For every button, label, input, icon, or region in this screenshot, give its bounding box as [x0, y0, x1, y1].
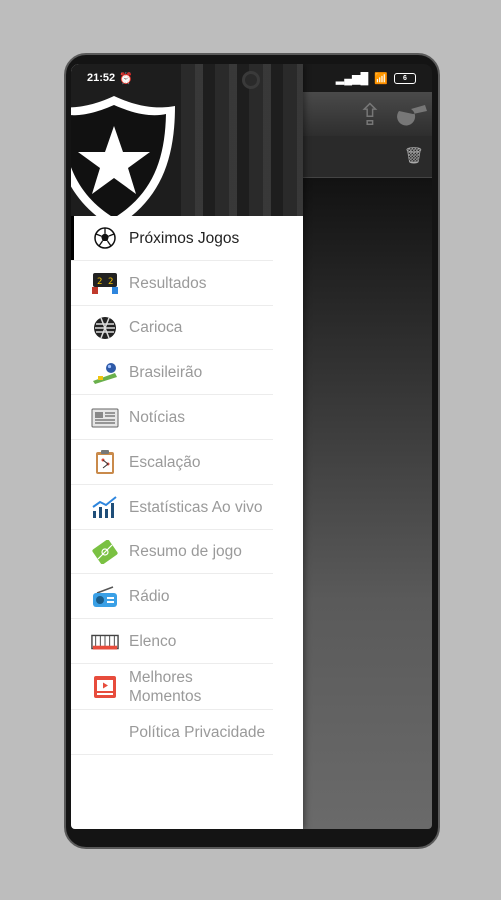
menu-item-proximos-jogos[interactable]: Próximos Jogos	[71, 216, 303, 261]
menu-item-brasileirao[interactable]: Brasileirão	[71, 350, 303, 395]
menu-item-label: Carioca	[129, 319, 183, 337]
menu-item-label: Escalação	[129, 453, 201, 471]
menu-item-label: Brasileirão	[129, 364, 203, 382]
menu-item-politica-privacidade[interactable]: Política Privacidade	[71, 710, 303, 755]
carioca-crest-icon	[91, 315, 119, 341]
menu-item-label: Notícias	[129, 409, 185, 427]
front-camera	[242, 71, 260, 89]
drawer-menu: Próximos Jogos 22 Resultados Carioca Bra…	[71, 216, 303, 755]
menu-item-label: Elenco	[129, 633, 177, 651]
botafogo-shield-logo	[71, 96, 175, 216]
menu-item-melhores-momentos[interactable]: Melhores Momentos	[71, 664, 303, 710]
navigation-drawer: Próximos Jogos 22 Resultados Carioca Bra…	[71, 64, 303, 829]
menu-item-label: Resumo de jogo	[129, 543, 242, 561]
menu-item-noticias[interactable]: Notícias	[71, 395, 303, 440]
radio-icon	[91, 584, 119, 610]
battery-level: 6	[403, 74, 407, 82]
trash-icon[interactable]: 🗑	[404, 146, 424, 166]
menu-item-label: Próximos Jogos	[129, 229, 240, 247]
menu-item-label: Melhores Momentos	[129, 668, 202, 705]
brasileirao-trophy-icon	[91, 360, 119, 386]
menu-item-escalacao[interactable]: Escalação	[71, 440, 303, 485]
soccer-ball-icon	[91, 225, 119, 251]
menu-item-resumo-de-jogo[interactable]: Resumo de jogo	[71, 530, 303, 575]
scoreboard-icon: 22	[91, 270, 119, 296]
svg-text:2: 2	[108, 277, 113, 287]
screen: 21:52 ⏰ ▂▄▆█ 📶 6 ⇪ 🗑 Próximos Jogos 2 2 …	[71, 64, 432, 829]
menu-item-label: Política Privacidade	[129, 723, 266, 741]
menu-item-label: Estatísticas Ao vivo	[129, 498, 263, 516]
share-icon[interactable]: ⇪	[350, 96, 390, 134]
whistle-icon[interactable]	[392, 96, 432, 134]
battery-icon: 6	[394, 72, 416, 84]
team-icon	[91, 629, 119, 655]
status-time: 21:52	[87, 72, 116, 84]
menu-item-radio[interactable]: Rádio	[71, 574, 303, 619]
signal-icon: ▂▄▆█	[335, 72, 369, 85]
menu-item-label: Rádio	[129, 588, 170, 606]
top-actions: ⇪	[350, 96, 432, 134]
menu-item-label: Resultados	[129, 274, 207, 292]
svg-text:2: 2	[97, 277, 102, 287]
wifi-icon: 📶	[374, 72, 388, 85]
video-play-icon	[91, 674, 119, 700]
menu-item-resultados[interactable]: 22 Resultados	[71, 261, 303, 306]
clipboard-icon	[91, 449, 119, 475]
field-icon	[91, 539, 119, 565]
chart-icon	[91, 494, 119, 520]
menu-item-carioca[interactable]: Carioca	[71, 306, 303, 351]
alarm-icon: ⏰	[119, 72, 133, 85]
newspaper-icon	[91, 405, 119, 431]
menu-item-estatisticas[interactable]: Estatísticas Ao vivo	[71, 485, 303, 530]
menu-item-elenco[interactable]: Elenco	[71, 619, 303, 664]
